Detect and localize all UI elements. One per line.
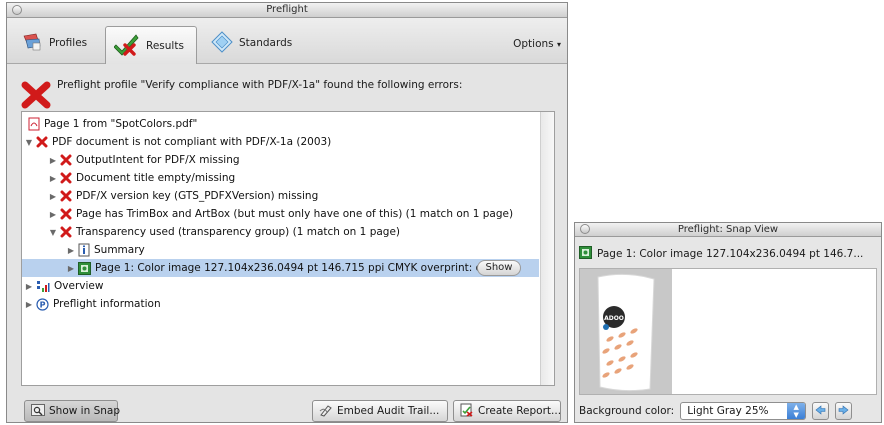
tree-row-trimbox[interactable]: ▶ Page has TrimBox and ArtBox (but must … <box>22 205 539 223</box>
error-x-icon <box>60 172 72 184</box>
create-report-button[interactable]: Create Report... <box>453 400 561 422</box>
report-icon <box>460 403 474 420</box>
results-checkmark-icon <box>113 32 140 59</box>
options-label: Options <box>513 38 554 50</box>
next-button[interactable] <box>835 402 853 420</box>
image-icon <box>579 246 592 262</box>
tree-row-overview[interactable]: ▶ Overview <box>22 277 539 295</box>
profiles-icon <box>21 31 43 56</box>
arrow-left-icon <box>815 404 826 418</box>
error-x-icon <box>60 154 72 166</box>
tree-row-not-compliant[interactable]: ▼ PDF document is not compliant with PDF… <box>22 133 539 151</box>
tree-row-label: Overview <box>54 280 104 292</box>
embed-audit-icon <box>319 403 333 420</box>
disclosure-closed-icon[interactable]: ▶ <box>24 300 34 309</box>
show-in-snap-button[interactable]: Show in Snap <box>24 400 120 422</box>
background-color-select[interactable]: Light Gray 25% ▲ ▼ <box>680 402 807 420</box>
image-icon <box>78 261 91 275</box>
tab-results[interactable]: Results <box>105 26 197 64</box>
overview-icon <box>36 279 50 293</box>
disclosure-closed-icon[interactable]: ▶ <box>48 192 58 201</box>
snap-preview-area[interactable]: ADOO <box>579 268 877 395</box>
tree-row-page-file[interactable]: Page 1 from "SpotColors.pdf" <box>22 115 539 133</box>
tree-row-label: Page has TrimBox and ArtBox (but must on… <box>76 208 514 220</box>
show-button[interactable]: Show <box>477 260 521 276</box>
results-tree[interactable]: Page 1 from "SpotColors.pdf" ▼ PDF docum… <box>21 111 555 386</box>
window-title: Preflight <box>266 4 308 15</box>
thumb-badge-text: ADOO <box>604 315 624 322</box>
standards-diamond-icon <box>211 30 233 56</box>
snap-window-title: Preflight: Snap View <box>677 224 779 235</box>
tab-profiles-label: Profiles <box>49 37 88 49</box>
tree-row-summary[interactable]: ▶ Summary <box>22 241 539 259</box>
tab-bar: Profiles Results Standards Options ▾ <box>7 18 567 64</box>
tree-row-preflight-info[interactable]: ▶ P Preflight information <box>22 295 539 313</box>
tree-row-transparency[interactable]: ▼ Transparency used (transparency group)… <box>22 223 539 241</box>
tree-row-label: Document title empty/missing <box>76 172 236 184</box>
create-report-label: Create Report... <box>478 405 562 417</box>
snap-view-window: Preflight: Snap View Page 1: Color image… <box>574 222 882 423</box>
tree-row-label: PDF/X version key (GTS_PDFXVersion) miss… <box>76 190 319 202</box>
tree-row-outputintent[interactable]: ▶ OutputIntent for PDF/X missing <box>22 151 539 169</box>
info-icon <box>78 243 90 257</box>
embed-audit-trail-label: Embed Audit Trail... <box>337 405 440 417</box>
error-message-text: Preflight profile "Verify compliance wit… <box>57 79 463 91</box>
error-x-icon <box>60 208 72 220</box>
preflight-info-icon: P <box>36 297 49 311</box>
tab-standards[interactable]: Standards <box>203 26 300 60</box>
tree-row-color-image[interactable]: ▶ Page 1: Color image 127.104x236.0494 p… <box>22 259 539 277</box>
tree-row-label: Preflight information <box>53 298 161 310</box>
background-color-value: Light Gray 25% <box>687 405 769 417</box>
snap-artwork: ADOO <box>597 273 655 392</box>
tree-row-label: PDF document is not compliant with PDF/X… <box>52 136 332 148</box>
tree-row-doc-title[interactable]: ▶ Document title empty/missing <box>22 169 539 187</box>
snap-page-thumbnail: ADOO <box>580 269 672 394</box>
svg-text:P: P <box>40 300 46 309</box>
error-x-large-icon <box>21 81 51 112</box>
disclosure-closed-icon[interactable]: ▶ <box>48 210 58 219</box>
disclosure-closed-icon[interactable]: ▶ <box>66 264 76 273</box>
tree-row-label: OutputIntent for PDF/X missing <box>76 154 240 166</box>
snap-footer: Background color: Light Gray 25% ▲ ▼ <box>579 401 877 421</box>
arrow-right-icon <box>838 404 849 418</box>
chevron-down-icon: ▾ <box>556 40 561 49</box>
error-message: Preflight profile "Verify compliance wit… <box>21 73 551 109</box>
snap-header-text: Page 1: Color image 127.104x236.0494 pt … <box>597 248 864 260</box>
tree-row-label: Page 1: Color image 127.104x236.0494 pt … <box>95 262 483 274</box>
background-color-label: Background color: <box>579 405 675 417</box>
tab-profiles[interactable]: Profiles <box>13 26 95 60</box>
error-x-icon <box>60 190 72 202</box>
disclosure-closed-icon[interactable]: ▶ <box>66 246 76 255</box>
snap-magnifier-icon <box>31 403 45 419</box>
disclosure-closed-icon[interactable]: ▶ <box>48 174 58 183</box>
pdf-icon <box>28 117 40 131</box>
tree-row-label: Page 1 from "SpotColors.pdf" <box>44 118 198 130</box>
disclosure-open-icon[interactable]: ▼ <box>48 228 58 237</box>
error-x-icon <box>60 226 72 238</box>
error-x-icon <box>36 136 48 148</box>
tree-row-label: Transparency used (transparency group) (… <box>76 226 401 238</box>
tree-row-pdfx-version[interactable]: ▶ PDF/X version key (GTS_PDFXVersion) mi… <box>22 187 539 205</box>
show-in-snap-label: Show in Snap <box>49 405 120 417</box>
disclosure-closed-icon[interactable]: ▶ <box>24 282 34 291</box>
preflight-window: Preflight Profiles Results Standards Opt… <box>6 2 568 423</box>
vertical-scrollbar[interactable] <box>540 112 554 385</box>
tab-standards-label: Standards <box>239 37 293 49</box>
options-menu-button[interactable]: Options ▾ <box>513 38 561 50</box>
disclosure-open-icon[interactable]: ▼ <box>24 138 34 147</box>
disclosure-closed-icon[interactable]: ▶ <box>48 156 58 165</box>
embed-audit-trail-button[interactable]: Embed Audit Trail... <box>312 400 448 422</box>
snap-header: Page 1: Color image 127.104x236.0494 pt … <box>579 245 877 263</box>
tab-results-label: Results <box>146 39 184 52</box>
select-stepper-icon: ▲ ▼ <box>787 403 806 419</box>
snap-titlebar[interactable]: Preflight: Snap View <box>575 223 881 237</box>
previous-button[interactable] <box>812 402 830 420</box>
titlebar[interactable]: Preflight <box>7 3 567 18</box>
tree-row-label: Summary <box>94 244 145 256</box>
